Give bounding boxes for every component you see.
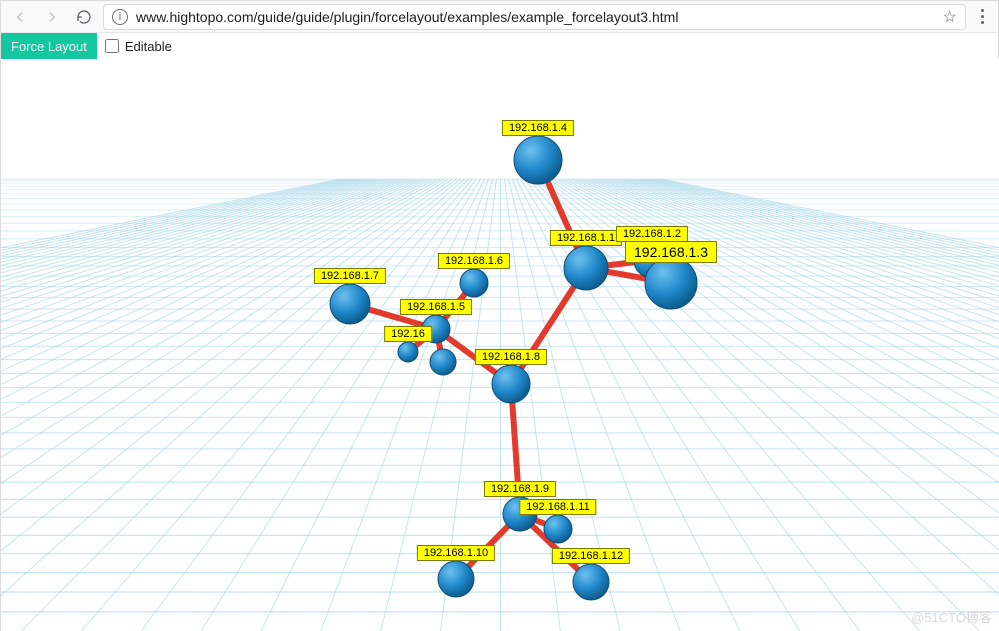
node-label: 192.168.1.4: [502, 120, 574, 136]
graph-node[interactable]: [514, 136, 562, 184]
node-label: 192.168.1.3: [625, 241, 717, 263]
editable-label: Editable: [125, 39, 172, 54]
graph-node[interactable]: [573, 564, 609, 600]
graph-node[interactable]: [564, 246, 608, 290]
graph-node[interactable]: [430, 349, 456, 375]
node-label: 192.168.1.7: [314, 268, 386, 284]
site-info-icon[interactable]: i: [112, 9, 128, 25]
graph-node[interactable]: [438, 561, 474, 597]
bookmark-star-icon[interactable]: ☆: [943, 7, 957, 27]
node-label: 192.168.1.8: [475, 349, 547, 365]
graph-node[interactable]: [330, 284, 370, 324]
graph-node[interactable]: [645, 257, 697, 309]
node-label: 192.168.1.5: [400, 299, 472, 315]
graph-node[interactable]: [544, 515, 572, 543]
node-label: 192.168.1.12: [552, 548, 630, 564]
node-label: 192.168.1.1: [550, 230, 622, 246]
editable-checkbox-wrap[interactable]: Editable: [105, 39, 172, 54]
node-label: 192.168.1.11: [519, 499, 596, 515]
back-button[interactable]: [7, 4, 33, 30]
node-label: 192.168.1.9: [484, 481, 556, 497]
node-label: 192.168.1.10: [417, 545, 495, 561]
editable-checkbox[interactable]: [105, 39, 119, 53]
scene-svg: [1, 59, 999, 631]
graph-viewport[interactable]: 192.168.1.1192.168.1.2192.168.1.3 192.168…: [1, 59, 999, 631]
graph-node[interactable]: [398, 342, 418, 362]
force-layout-button[interactable]: Force Layout: [1, 33, 97, 59]
url-text: www.hightopo.com/guide/guide/plugin/forc…: [136, 9, 935, 25]
address-bar[interactable]: i www.hightopo.com/guide/guide/plugin/fo…: [103, 4, 966, 30]
watermark: @51CTO博客: [911, 607, 992, 626]
node-label: 192.168.1.6: [438, 253, 510, 269]
node-label: 192.168.1.2: [616, 226, 688, 242]
node-label: 192.16: [384, 326, 432, 342]
browser-chrome: i www.hightopo.com/guide/guide/plugin/fo…: [1, 1, 998, 33]
browser-menu-button[interactable]: [972, 9, 992, 24]
graph-node[interactable]: [460, 269, 488, 297]
graph-node[interactable]: [492, 365, 530, 403]
reload-button[interactable]: [71, 4, 97, 30]
forward-button[interactable]: [39, 4, 65, 30]
app-toolbar: Force Layout Editable: [1, 33, 998, 59]
